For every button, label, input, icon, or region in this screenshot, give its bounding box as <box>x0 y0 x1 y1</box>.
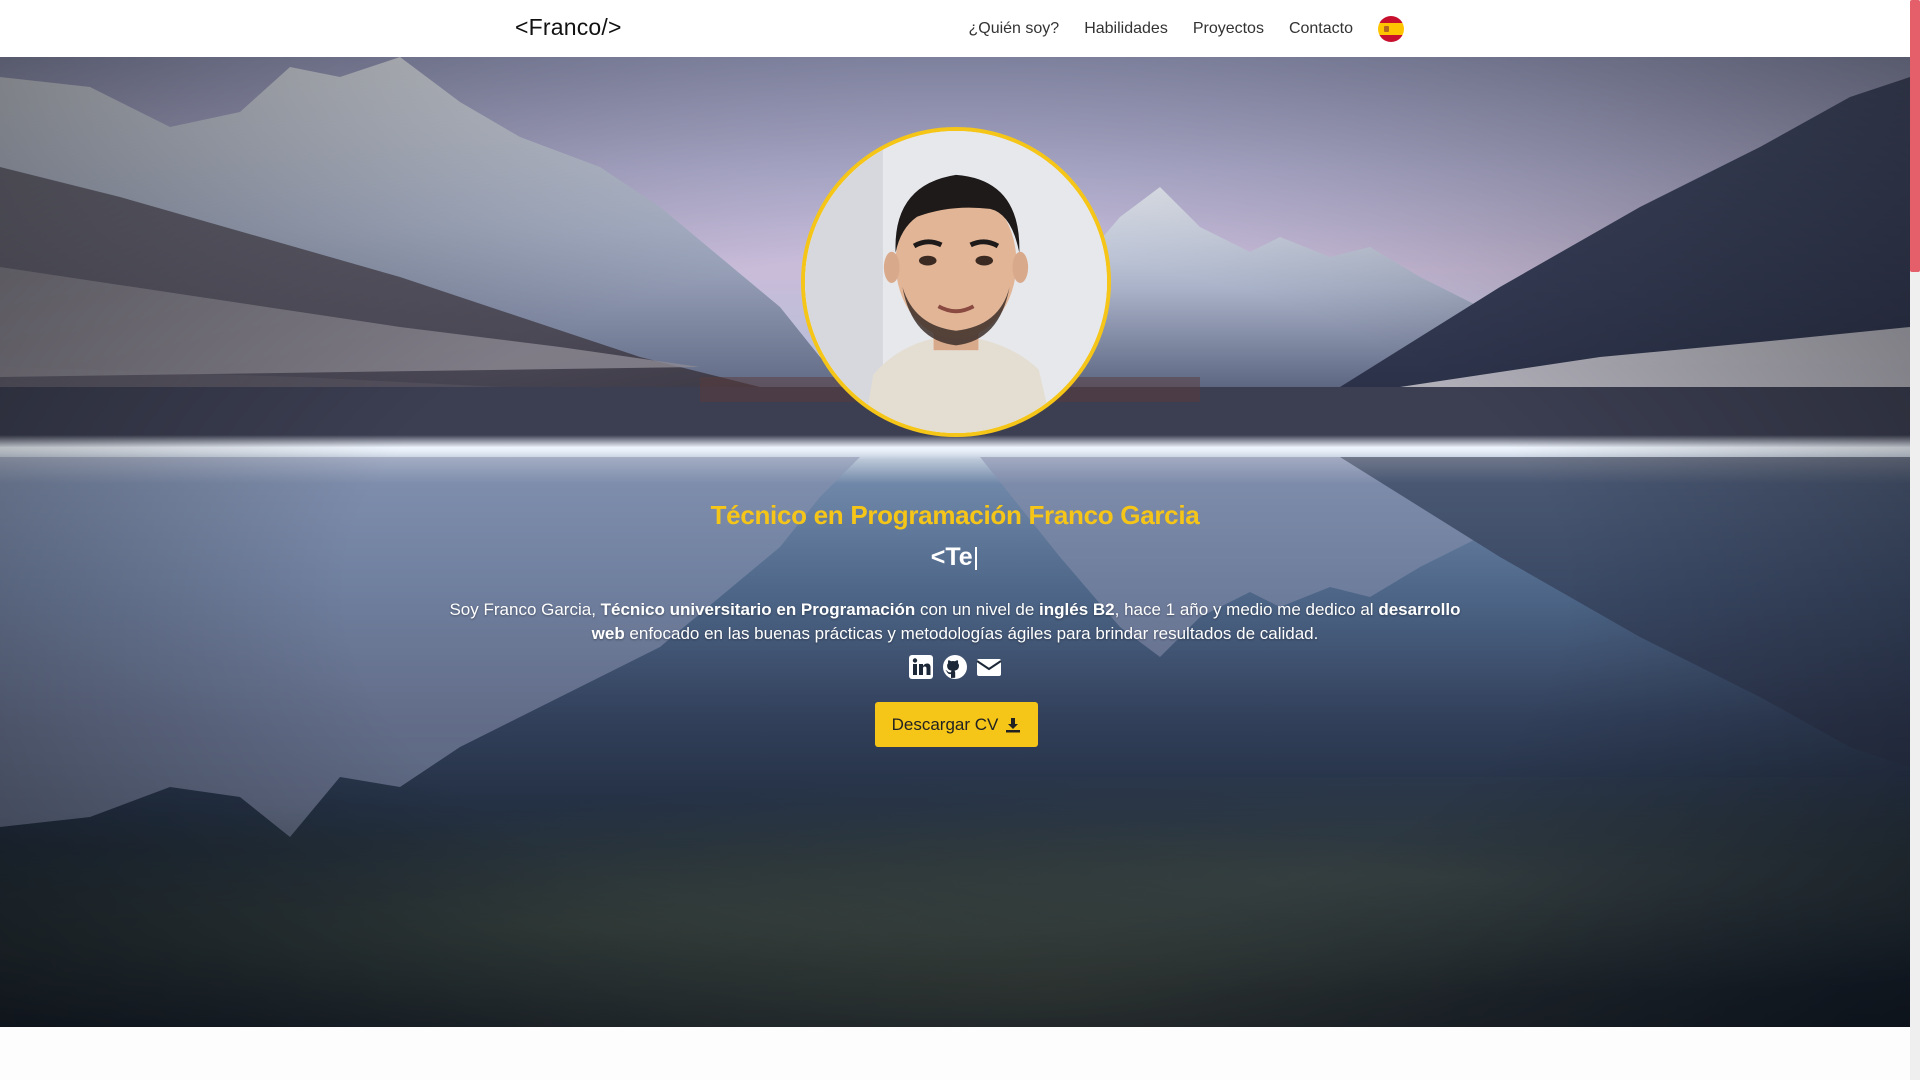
spain-flag-icon[interactable] <box>1378 15 1404 42</box>
brand-logo[interactable]: <Franco/> <box>515 14 622 41</box>
nav-link-habilidades[interactable]: Habilidades <box>1084 20 1168 38</box>
hero-bio: Soy Franco Garcia, Técnico universitario… <box>440 598 1470 646</box>
download-icon <box>1006 717 1021 732</box>
hero-title: Técnico en Programación Franco Garcia <box>710 500 1200 530</box>
bio-text: Soy Franco Garcia, <box>449 600 601 619</box>
envelope-icon[interactable] <box>976 654 1002 680</box>
social-links <box>0 654 1910 680</box>
scrollbar-thumb[interactable] <box>1910 0 1920 272</box>
bio-text: enfocado en las buenas prácticas y metod… <box>624 624 1319 643</box>
profile-photo <box>805 131 1107 433</box>
profile-avatar <box>801 127 1111 437</box>
bio-bold-english: inglés B2 <box>1039 600 1115 619</box>
nav-menu: ¿Quién soy? Habilidades Proyectos Contac… <box>968 0 1404 57</box>
download-cv-label: Descargar CV <box>891 714 999 734</box>
nav-link-quien-soy[interactable]: ¿Quién soy? <box>968 20 1059 38</box>
typed-text: <Te| <box>0 543 1910 572</box>
nav-link-proyectos[interactable]: Proyectos <box>1193 20 1264 38</box>
linkedin-icon[interactable] <box>908 654 934 680</box>
bio-text: , hace 1 año y medio me dedico al <box>1114 600 1379 619</box>
bio-text: con un nivel de <box>915 600 1040 619</box>
page-scrollbar[interactable] <box>1910 0 1920 1080</box>
github-icon[interactable] <box>942 654 968 680</box>
typed-text-value: <Te <box>930 543 973 571</box>
navbar: <Franco/> ¿Quién soy? Habilidades Proyec… <box>0 0 1910 57</box>
download-cv-button[interactable]: Descargar CV <box>875 702 1038 747</box>
bio-bold-degree: Técnico universitario en Programación <box>600 600 916 619</box>
typed-cursor: | <box>972 543 980 571</box>
nav-link-contacto[interactable]: Contacto <box>1289 20 1353 38</box>
